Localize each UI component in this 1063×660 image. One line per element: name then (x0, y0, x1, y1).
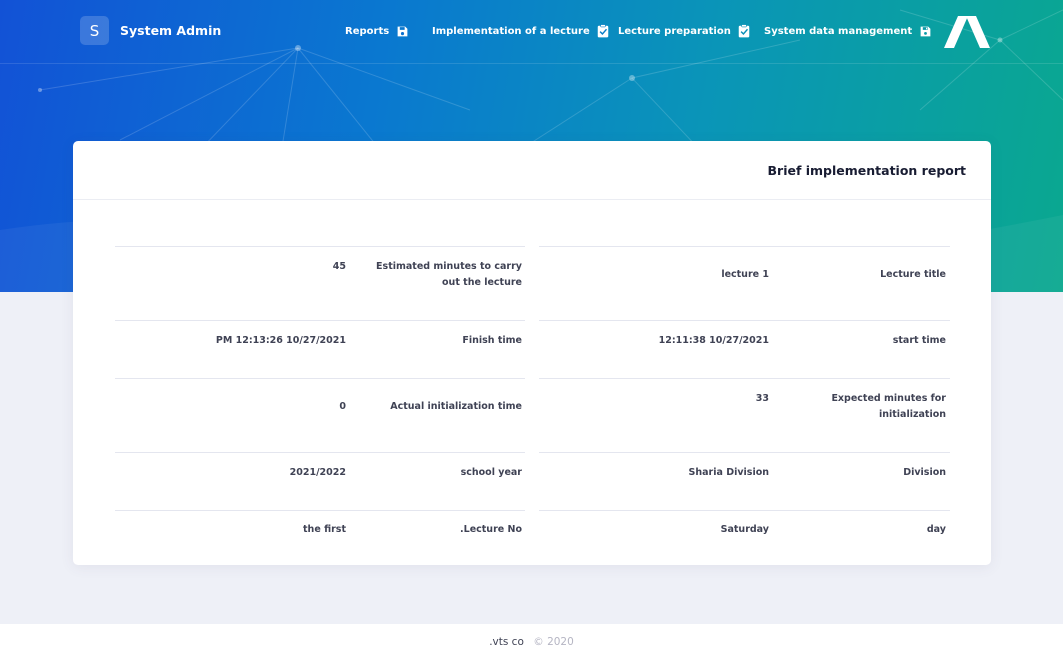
row-divider (115, 378, 525, 379)
save-icon (396, 25, 409, 38)
footer-copyright: © 2020 (533, 636, 574, 648)
nav-item-implementation-of-a-lecture[interactable]: Implementation of a lecture (432, 23, 609, 39)
report-label-day: day (926, 524, 946, 535)
nav-item-label: Lecture preparation (618, 25, 731, 37)
report-value-school-year: 2021/2022 (289, 467, 346, 478)
nav-item-lecture-preparation[interactable]: Lecture preparation (618, 23, 750, 39)
report-value-lecture-no: the first (303, 524, 346, 535)
row-divider (539, 378, 950, 379)
report-value-lecture-title: lecture 1 (721, 269, 769, 280)
brand-initial: S (89, 21, 100, 40)
row-divider (115, 452, 525, 453)
row-divider (115, 320, 525, 321)
nav-item-reports[interactable]: Reports (345, 23, 409, 39)
report-label-expected-minutes: Expected minutes for initialization (831, 393, 946, 420)
clipboard-check-icon (597, 24, 609, 38)
save-icon (919, 25, 932, 38)
nav-item-system-data-management[interactable]: System data management (764, 23, 932, 39)
report-value-expected-minutes: 33 (755, 393, 769, 404)
row-divider (539, 510, 950, 511)
clipboard-check-icon (738, 24, 750, 38)
company-logo-icon[interactable] (942, 14, 992, 50)
footer-company-link[interactable]: .vts co (489, 636, 524, 648)
report-value-day: Saturday (720, 524, 769, 535)
report-label-lecture-title: Lecture title (880, 269, 946, 280)
report-value-actual-initialization-time: 0 (339, 401, 346, 412)
top-navbar: S System Admin Reports Implementation of… (0, 0, 1063, 64)
report-value-finish-time: PM 12:13:26 10/27/2021 (215, 335, 346, 346)
row-divider (539, 320, 950, 321)
nav-item-label: System data management (764, 25, 913, 37)
report-label-school-year: school year (460, 467, 522, 478)
footer: .vts co © 2020 (0, 624, 1063, 660)
report-label-finish-time: Finish time (462, 335, 522, 346)
report-label-start-time: start time (892, 335, 946, 346)
brand-name[interactable]: System Admin (120, 23, 221, 38)
row-divider (115, 510, 525, 511)
row-divider (115, 246, 525, 247)
report-label-lecture-no: .Lecture No (460, 524, 522, 535)
report-label-division: Division (903, 467, 946, 478)
report-value-division: Sharia Division (688, 467, 769, 478)
report-label-actual-initialization-time: Actual initialization time (390, 401, 522, 412)
report-value-estimated-minutes: 45 (332, 261, 346, 272)
card-header: Brief implementation report (73, 141, 991, 200)
report-card: Brief implementation report Lecture titl… (73, 141, 991, 565)
card-title: Brief implementation report (767, 163, 967, 178)
row-divider (539, 452, 950, 453)
report-label-estimated-minutes: Estimated minutes to carry out the lectu… (376, 261, 522, 288)
row-divider (539, 246, 950, 247)
report-value-start-time: 12:11:38 10/27/2021 (658, 335, 769, 346)
nav-item-label: Implementation of a lecture (432, 25, 590, 37)
brand-badge[interactable]: S (80, 16, 109, 45)
nav-item-label: Reports (345, 25, 390, 37)
